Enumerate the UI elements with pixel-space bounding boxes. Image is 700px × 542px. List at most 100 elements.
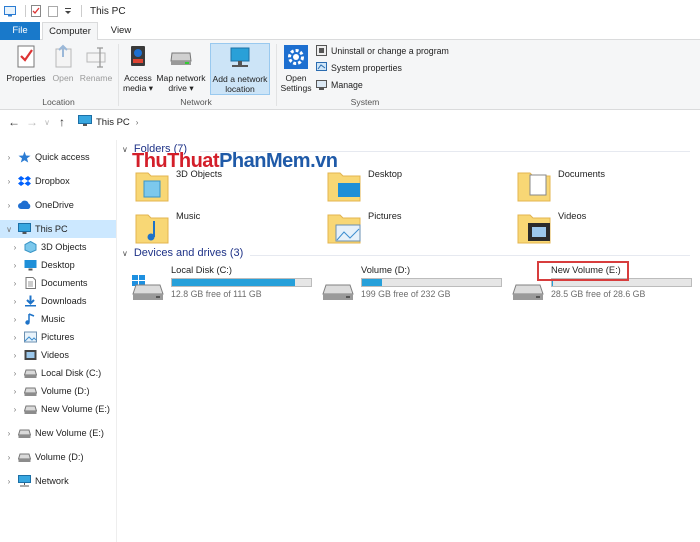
chevron-right-icon[interactable]: › <box>10 315 20 324</box>
nav-item[interactable]: › Desktop <box>0 256 116 274</box>
nav-item-label: New Volume (E:) <box>41 404 110 414</box>
nav-item-label: This PC <box>35 224 68 234</box>
desktop-icon <box>24 259 37 271</box>
chevron-right-icon[interactable]: › <box>4 429 14 438</box>
system-properties-button[interactable]: System properties <box>316 62 402 73</box>
chevron-right-icon[interactable]: › <box>10 387 20 396</box>
nav-item[interactable]: › Quick access <box>0 148 116 166</box>
up-arrow-icon[interactable]: ↑ <box>53 115 71 129</box>
customize-toolbar-icon[interactable] <box>64 5 72 17</box>
drive-icon <box>321 275 355 301</box>
chevron-right-icon[interactable]: › <box>4 477 14 486</box>
folder-tile[interactable]: Videos <box>516 207 586 247</box>
chevron-right-icon[interactable]: › <box>4 177 14 186</box>
collapse-chevron-icon[interactable]: ∨ <box>122 145 128 154</box>
map-network-drive-button[interactable]: Map network drive ▾ <box>155 43 207 93</box>
chevron-right-icon[interactable]: › <box>10 369 20 378</box>
open-label: Open <box>52 73 74 83</box>
chevron-right-icon[interactable]: › <box>10 297 20 306</box>
drives-section-header[interactable]: ∨ Devices and drives (3) <box>122 247 243 259</box>
properties-quick-icon[interactable] <box>30 5 42 17</box>
tab-file[interactable]: File <box>0 22 40 40</box>
manage-icon <box>316 79 327 90</box>
system-drive-icon <box>131 275 165 301</box>
nav-item[interactable]: › Local Disk (C:) <box>0 364 116 382</box>
nav-item[interactable]: › New Volume (E:) <box>0 400 116 418</box>
back-arrow-icon[interactable]: ← <box>5 115 23 129</box>
nav-item[interactable]: › Volume (D:) <box>0 448 116 466</box>
chevron-right-icon[interactable]: › <box>4 453 14 462</box>
rename-button[interactable]: Rename <box>79 43 113 83</box>
folder-tile[interactable]: Documents <box>516 165 605 205</box>
nav-item[interactable]: › 3D Objects <box>0 238 116 256</box>
breadcrumb-this-pc[interactable]: This PC <box>96 117 130 128</box>
chevron-right-icon[interactable]: › <box>10 333 20 342</box>
add-network-location-button[interactable]: Add a network location <box>210 43 270 95</box>
chevron-right-icon[interactable]: › <box>10 279 20 288</box>
nav-item[interactable]: › Volume (D:) <box>0 382 116 400</box>
nav-item[interactable]: › OneDrive <box>0 196 116 214</box>
folder-icon <box>326 165 364 205</box>
collapse-chevron-icon[interactable]: ∨ <box>122 249 128 258</box>
chevron-right-icon[interactable]: › <box>4 153 14 162</box>
recent-locations-chevron-icon[interactable]: ∨ <box>41 118 53 127</box>
folder-tile[interactable]: Pictures <box>326 207 402 247</box>
group-label-system: System <box>350 97 380 107</box>
breadcrumb-chevron-icon[interactable]: › <box>136 118 139 127</box>
chevron-right-icon[interactable]: › <box>10 261 20 270</box>
chevron-right-icon[interactable]: › <box>10 351 20 360</box>
properties-button[interactable]: Properties <box>4 43 48 83</box>
nav-item[interactable]: › Videos <box>0 346 116 364</box>
nav-item[interactable]: › Downloads <box>0 292 116 310</box>
nav-item-label: Videos <box>41 350 69 360</box>
folder-icon <box>134 207 172 247</box>
nav-item[interactable]: › Documents <box>0 274 116 292</box>
open-button[interactable]: Open <box>49 43 77 83</box>
chevron-down-icon[interactable]: ∨ <box>4 225 14 234</box>
system-properties-icon <box>316 62 327 73</box>
new-folder-quick-icon[interactable] <box>47 5 59 17</box>
drive-tile[interactable]: Volume (D:) 199 GB free of 232 GB <box>321 265 502 305</box>
map-network-drive-label: Map network drive ▾ <box>156 73 206 93</box>
folder-tile[interactable]: Desktop <box>326 165 402 205</box>
nav-item[interactable]: › Network <box>0 472 116 490</box>
nav-item[interactable]: › Music <box>0 310 116 328</box>
drive-usage-fill <box>172 279 295 286</box>
document-icon <box>24 277 37 289</box>
navigation-pane: › Quick access › Dropbox › OneDrive ∨ This PC › 3… <box>0 140 117 542</box>
access-media-button[interactable]: Access media ▾ <box>121 43 155 93</box>
drive-icon <box>23 367 38 379</box>
watermark-part-2: PhanMem <box>219 150 311 172</box>
chevron-right-icon[interactable]: › <box>10 405 20 414</box>
nav-item[interactable]: › Dropbox <box>0 172 116 190</box>
nav-item-label: Desktop <box>41 260 75 270</box>
tab-computer[interactable]: Computer <box>42 22 98 41</box>
network-location-icon <box>227 44 253 72</box>
network-icon <box>18 475 31 487</box>
toolbar-separator <box>25 5 26 17</box>
nav-item-label: Quick access <box>35 152 90 162</box>
drive-icon <box>23 385 38 397</box>
nav-item[interactable]: › Pictures <box>0 328 116 346</box>
folder-name: Videos <box>558 211 587 221</box>
properties-icon <box>13 43 39 71</box>
uninstall-program-button[interactable]: Uninstall or change a program <box>316 45 449 56</box>
forward-arrow-icon[interactable]: → <box>23 115 41 129</box>
this-pc-small-icon <box>78 115 92 129</box>
drive-tile[interactable]: Local Disk (C:) 12.8 GB free of 111 GB <box>131 265 312 305</box>
address-box[interactable]: This PC › <box>78 113 700 131</box>
folder-name: Music <box>176 211 201 221</box>
folder-tile[interactable]: Music <box>134 207 200 247</box>
nav-item[interactable]: ∨ This PC <box>0 220 116 238</box>
open-settings-button[interactable]: Open Settings <box>279 43 313 93</box>
uninstall-label: Uninstall or change a program <box>331 45 449 56</box>
drive-icon <box>17 451 32 463</box>
nav-item[interactable]: › New Volume (E:) <box>0 424 116 442</box>
folder-icon <box>326 207 364 247</box>
manage-button[interactable]: Manage <box>316 79 363 90</box>
tab-view[interactable]: View <box>104 22 138 40</box>
star-icon <box>18 151 31 163</box>
chevron-right-icon[interactable]: › <box>4 201 14 210</box>
chevron-right-icon[interactable]: › <box>10 243 20 252</box>
folder-tile[interactable]: 3D Objects <box>134 165 222 205</box>
